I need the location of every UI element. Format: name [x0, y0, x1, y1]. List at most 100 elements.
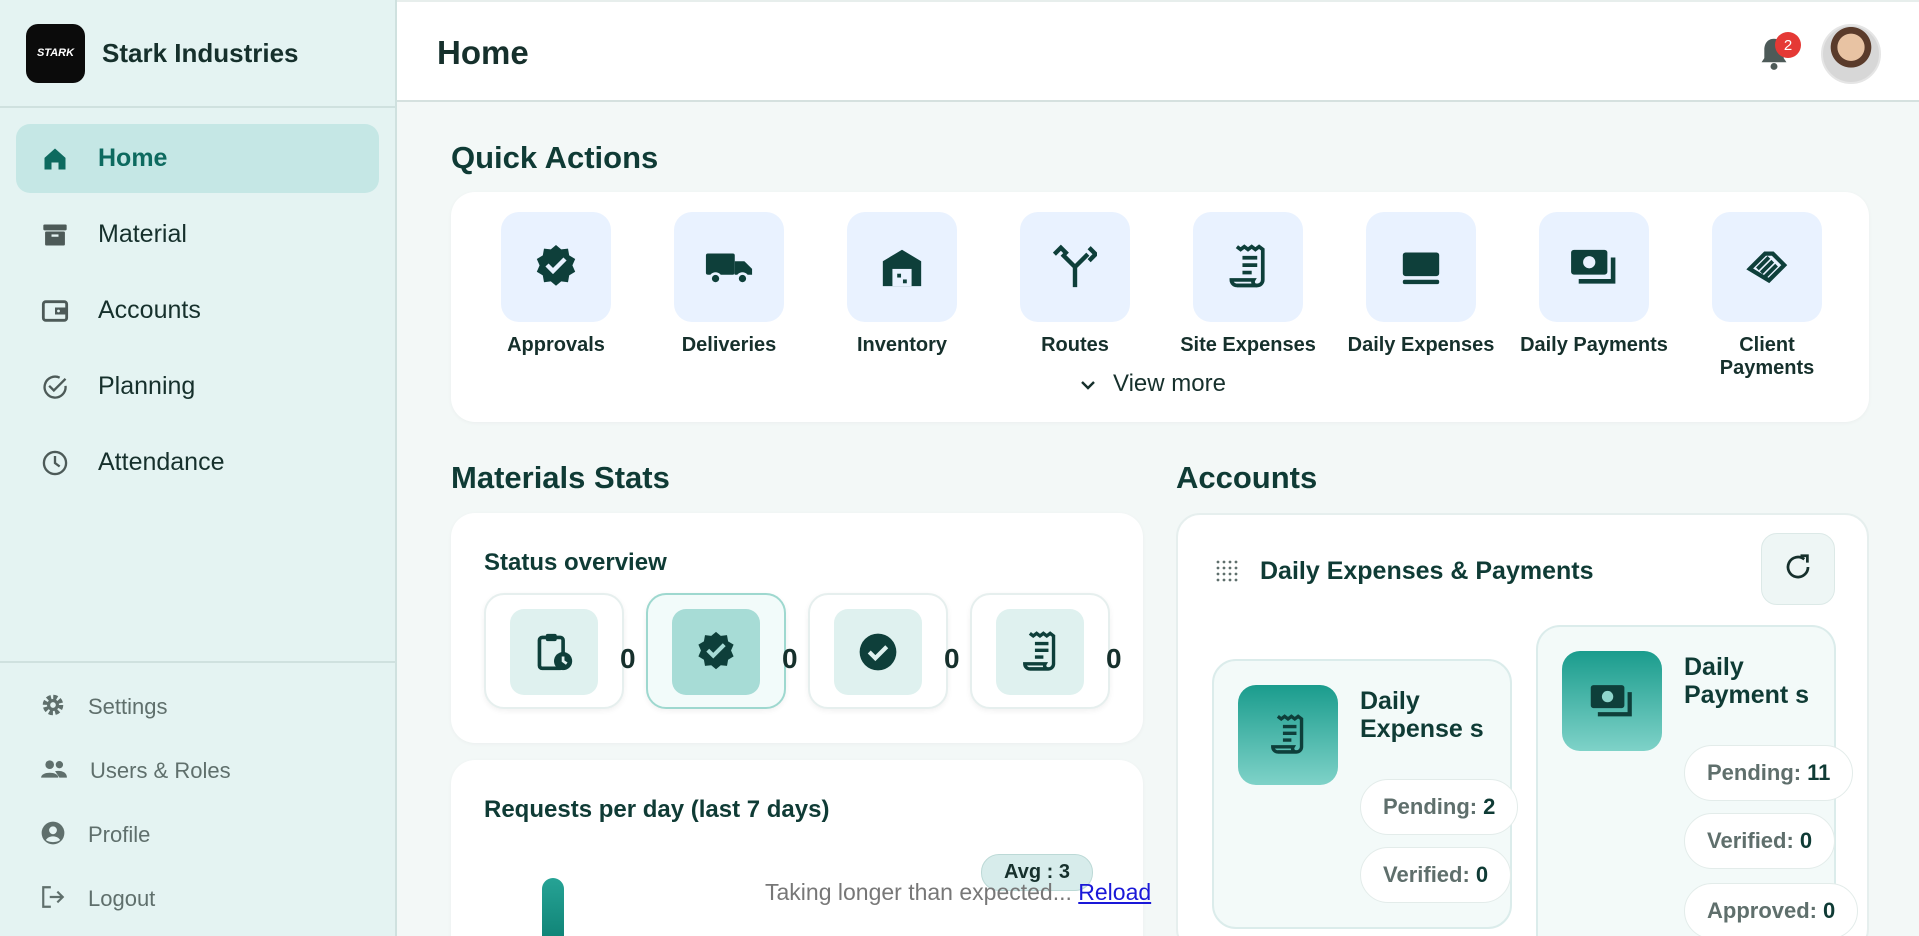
- sidebar-item-label: Home: [98, 144, 168, 172]
- sidebar-bottom: Settings Users & Roles Profile Logout: [0, 661, 395, 931]
- user-circle-icon: [40, 820, 66, 851]
- gear-icon: [40, 692, 66, 723]
- verified-value: 0: [1475, 862, 1489, 887]
- pending-label: Pending:: [1707, 760, 1802, 785]
- avatar[interactable]: [1821, 24, 1881, 84]
- warehouse-icon: [847, 212, 957, 322]
- sidebar-item-profile[interactable]: Profile: [0, 803, 395, 867]
- sidebar-item-accounts[interactable]: Accounts: [16, 276, 379, 345]
- clock-icon: [40, 448, 70, 478]
- sidebar-item-label: Settings: [88, 694, 168, 719]
- clipboard-clock-icon: [510, 609, 598, 695]
- handshake-icon: [1712, 212, 1822, 322]
- sidebar-item-label: Material: [98, 220, 187, 248]
- quick-action-label: Inventory: [856, 334, 948, 356]
- verified-pill: Verified: 0: [1684, 813, 1836, 869]
- sidebar-item-settings[interactable]: Settings: [0, 675, 395, 739]
- stat-billed[interactable]: [970, 593, 1110, 709]
- accounts-title: Accounts: [1176, 460, 1318, 495]
- sidebar-item-logout[interactable]: Logout: [0, 867, 395, 931]
- daily-expenses-card[interactable]: Daily Expense s Pending: 2 Verified: 0: [1212, 659, 1519, 929]
- logout-icon: [40, 884, 66, 915]
- stat-value: 0: [782, 643, 798, 674]
- accounts-card: Daily Expenses & Payments Daily Expense …: [1176, 513, 1869, 936]
- sidebar-item-attendance[interactable]: Attendance: [16, 428, 379, 497]
- pending-pill: Pending: 2: [1360, 779, 1519, 835]
- daily-expenses-title: Daily Expense s: [1360, 687, 1484, 743]
- verified-badge-icon: [672, 609, 760, 695]
- materials-stats-title: Materials Stats: [451, 460, 670, 495]
- sidebar-nav: Home Material Accounts Planning Attendan…: [0, 108, 395, 497]
- sidebar-item-label: Profile: [88, 822, 151, 847]
- verified-pill: Verified: 0: [1360, 847, 1512, 903]
- quick-action-deliveries[interactable]: Deliveries: [644, 212, 814, 357]
- refresh-button[interactable]: [1761, 533, 1835, 605]
- pending-value: 2: [1483, 794, 1496, 819]
- approved-value: 0: [1823, 898, 1836, 923]
- stat-pending[interactable]: [484, 593, 624, 709]
- drag-handle-icon[interactable]: [1214, 558, 1240, 589]
- view-more-label: View more: [1113, 370, 1226, 397]
- quick-actions-card: Approvals Deliveries Inventory Routes Si…: [451, 192, 1869, 422]
- sidebar-item-users-roles[interactable]: Users & Roles: [0, 739, 395, 803]
- quick-action-inventory[interactable]: Inventory: [817, 212, 987, 357]
- brand-logo-text: STARK: [36, 47, 75, 59]
- stat-approved[interactable]: [646, 593, 786, 709]
- quick-action-label: Approvals: [507, 334, 605, 356]
- verified-value: 0: [1799, 828, 1813, 853]
- quick-action-daily-payments[interactable]: Daily Payments: [1509, 212, 1679, 357]
- chevron-down-icon: [1079, 370, 1097, 398]
- reload-link[interactable]: Reload: [1078, 879, 1151, 905]
- approved-label: Approved:: [1707, 898, 1817, 923]
- quick-actions-title: Quick Actions: [451, 140, 659, 175]
- receipt-icon: [996, 609, 1084, 695]
- wallet-icon: [40, 296, 70, 326]
- quick-action-label: Daily Expenses: [1347, 334, 1495, 356]
- brand-name: Stark Industries: [102, 37, 299, 68]
- quick-action-daily-expenses[interactable]: Daily Expenses: [1336, 212, 1506, 357]
- sidebar-item-label: Logout: [88, 886, 156, 911]
- loading-text: Taking longer than expected...: [765, 879, 1072, 905]
- quick-action-approvals[interactable]: Approvals: [471, 212, 641, 357]
- brand-logo: STARK: [26, 23, 85, 83]
- status-overview-title: Status overview: [484, 549, 667, 576]
- notification-badge: 2: [1775, 32, 1801, 58]
- quick-action-label: Deliveries: [681, 334, 777, 356]
- check-circle-icon: [40, 372, 70, 402]
- quick-action-routes[interactable]: Routes: [990, 212, 1160, 357]
- status-overview-card: Status overview 0 0 0 0: [451, 513, 1143, 743]
- fork-icon: [1020, 212, 1130, 322]
- card-icon: [1366, 212, 1476, 322]
- sidebar-item-label: Attendance: [98, 448, 225, 476]
- receipt-icon: [1193, 212, 1303, 322]
- money-icon: [1539, 212, 1649, 322]
- view-more-button[interactable]: View more: [1079, 370, 1226, 398]
- money-icon: [1562, 651, 1662, 751]
- receipt-icon: [1238, 685, 1338, 785]
- sidebar-item-home[interactable]: Home: [16, 124, 379, 193]
- users-icon: [40, 756, 68, 787]
- sidebar: STARK Stark Industries Home Material Acc…: [0, 0, 397, 936]
- quick-action-client-payments[interactable]: Client Payments: [1682, 212, 1852, 380]
- stat-value: 0: [620, 643, 636, 674]
- pending-value: 11: [1807, 760, 1831, 785]
- verified-label: Verified:: [1707, 828, 1794, 853]
- stat-completed[interactable]: [808, 593, 948, 709]
- requests-chart-card: Requests per day (last 7 days) Avg : 3: [451, 760, 1143, 936]
- sidebar-item-label: Planning: [98, 372, 196, 400]
- verified-badge-icon: [501, 212, 611, 322]
- sidebar-item-material[interactable]: Material: [16, 200, 379, 269]
- stat-value: 0: [1106, 643, 1122, 674]
- approved-pill: Approved: 0: [1684, 883, 1859, 936]
- sidebar-item-label: Accounts: [98, 296, 201, 324]
- quick-action-site-expenses[interactable]: Site Expenses: [1163, 212, 1333, 357]
- quick-action-label: Daily Payments: [1520, 334, 1668, 356]
- daily-payments-card[interactable]: Daily Payment s Pending: 11 Verified: 0 Ap…: [1536, 625, 1859, 936]
- quick-action-label: Client Payments: [1719, 334, 1815, 379]
- pending-label: Pending:: [1383, 794, 1478, 819]
- archive-icon: [40, 220, 70, 250]
- requests-chart-title: Requests per day (last 7 days): [484, 796, 830, 823]
- brand[interactable]: STARK Stark Industries: [0, 0, 395, 108]
- sidebar-item-planning[interactable]: Planning: [16, 352, 379, 421]
- quick-action-label: Site Expenses: [1180, 334, 1316, 356]
